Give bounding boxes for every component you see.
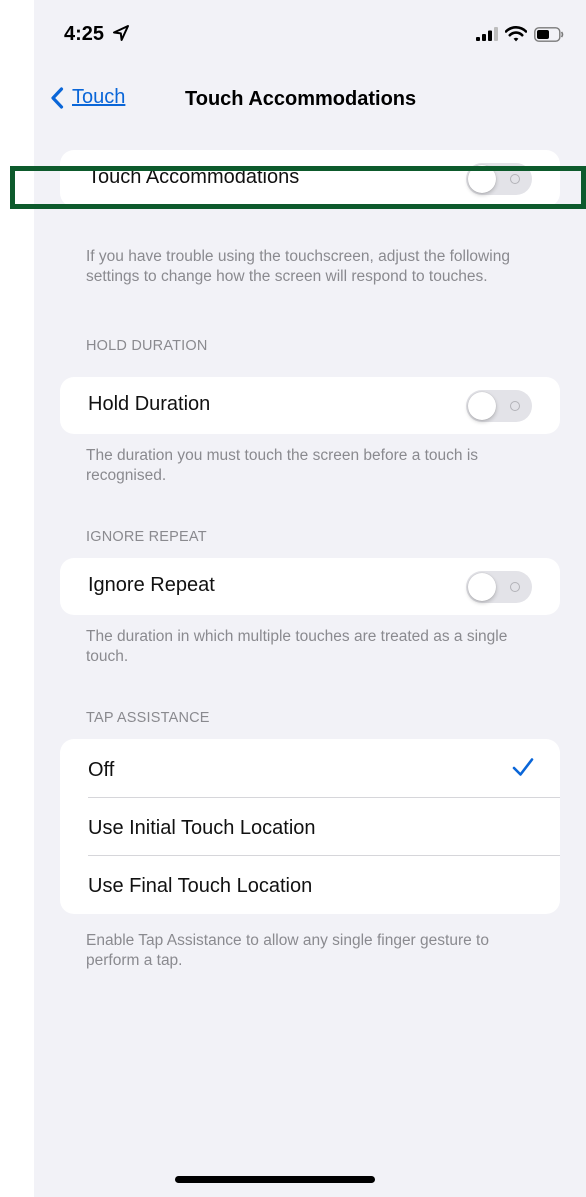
toggle-off-indicator-icon [510,582,520,592]
back-button-label: Touch [72,86,126,108]
page-title: Touch Accommodations [185,88,417,110]
status-time-text: 4:25 [64,23,105,45]
status-bar: 4:25 [34,0,586,70]
ignore-repeat-toggle[interactable] [466,571,532,603]
hold-duration-header: HOLD DURATION [86,338,208,354]
touch-accommodations-footer: If you have trouble using the touchscree… [86,248,510,285]
tap-option-final-location[interactable]: Use Final Touch Location [60,855,560,913]
tap-assistance-footer: Enable Tap Assistance to allow any singl… [86,932,489,969]
tap-option-initial-location[interactable]: Use Initial Touch Location [60,797,560,855]
tap-option-label: Use Final Touch Location [88,875,313,897]
toggle-off-indicator-icon [510,401,520,411]
hold-duration-label: Hold Duration [88,393,211,415]
toggle-knob [468,573,496,601]
battery-icon [534,26,564,42]
tap-option-off[interactable]: Off [60,739,560,797]
status-time: 4:25 [64,23,130,46]
ignore-repeat-row: Ignore Repeat [60,558,560,615]
chevron-left-icon [51,86,64,109]
status-icons [476,25,564,43]
tap-option-label: Off [88,759,115,781]
home-indicator [175,1176,375,1183]
navigation-bar: Touch Touch Accommodations [34,80,586,120]
toggle-knob [468,392,496,420]
cellular-signal-icon [476,27,498,41]
tap-option-label: Use Initial Touch Location [88,817,316,839]
ignore-repeat-group: Ignore Repeat [60,558,560,615]
tap-assistance-header: TAP ASSISTANCE [86,710,210,726]
hold-duration-group: Hold Duration [60,377,560,434]
hold-duration-row: Hold Duration [60,377,560,434]
highlight-box [10,166,586,209]
location-arrow-icon [112,25,129,41]
ignore-repeat-footer: The duration in which multiple touches a… [86,628,508,665]
hold-duration-toggle[interactable] [466,390,532,422]
ignore-repeat-label: Ignore Repeat [88,574,215,596]
hold-duration-footer: The duration you must touch the screen b… [86,447,479,484]
tap-assistance-group: Off Use Initial Touch Location Use Final… [60,739,560,914]
wifi-icon [505,26,527,42]
back-button[interactable]: Touch [50,86,125,109]
checkmark-icon [512,758,534,776]
ignore-repeat-header: IGNORE REPEAT [86,529,207,545]
